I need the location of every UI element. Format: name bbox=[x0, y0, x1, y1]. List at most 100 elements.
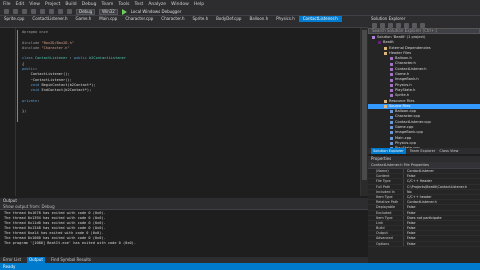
new-project-icon[interactable] bbox=[22, 9, 27, 14]
code-token: : bbox=[37, 98, 40, 103]
panel-tab[interactable]: Class View bbox=[439, 148, 458, 154]
property-name: (Name) bbox=[368, 169, 404, 174]
code-token: ~ContactListener(); bbox=[22, 77, 72, 82]
cpp-file-icon bbox=[390, 110, 393, 114]
property-name: Build bbox=[368, 226, 404, 231]
code-token: #pragma once bbox=[22, 30, 48, 34]
code-token: ContactListener bbox=[34, 56, 68, 61]
back-icon[interactable] bbox=[372, 22, 377, 28]
property-name: Item Type bbox=[368, 194, 404, 200]
property-name: File Type bbox=[368, 179, 404, 184]
cpp-file-icon bbox=[390, 136, 393, 140]
code-token: #include bbox=[22, 45, 42, 50]
play-icon[interactable] bbox=[121, 8, 127, 15]
output-text: The thread 0x1678 has exited with code 0… bbox=[0, 210, 368, 257]
toolbar: Debug Win32 Local Windows Debugger bbox=[0, 8, 480, 16]
property-value[interactable]: C:\Projects\BeatIt\ContactListener.h bbox=[404, 185, 467, 189]
editor-scrollbar[interactable] bbox=[360, 28, 368, 196]
sync-icon[interactable] bbox=[396, 22, 401, 28]
save-all-icon[interactable] bbox=[49, 9, 54, 14]
property-value[interactable]: False bbox=[404, 205, 416, 209]
menu-bar: File Edit View Project Build Debug Team Tools Te… bbox=[0, 0, 480, 8]
menu-item[interactable]: File bbox=[3, 2, 11, 7]
back-icon[interactable] bbox=[4, 9, 9, 14]
menu-item[interactable]: Help bbox=[194, 2, 204, 7]
run-button[interactable]: Local Windows Debugger bbox=[131, 9, 182, 14]
menu-item[interactable]: Team bbox=[101, 2, 113, 7]
property-value[interactable]: False bbox=[404, 242, 416, 246]
code-token: #include bbox=[22, 40, 42, 45]
cpp-file-icon bbox=[390, 142, 393, 146]
home-icon[interactable] bbox=[388, 22, 393, 28]
open-file-icon[interactable] bbox=[31, 9, 36, 14]
property-value[interactable]: No bbox=[404, 190, 412, 194]
code-token: private bbox=[22, 98, 38, 103]
panel-tab[interactable]: Team Explorer bbox=[410, 148, 436, 154]
header-file-icon bbox=[390, 78, 393, 82]
solution-explorer-tabs: Solution Explorer Team Explorer Class View bbox=[368, 148, 480, 154]
project-icon bbox=[378, 41, 381, 45]
code-token: class bbox=[22, 56, 35, 61]
property-name: Deployable bbox=[368, 205, 404, 210]
header-file-icon bbox=[390, 89, 393, 93]
scrollbar-thumb[interactable] bbox=[362, 30, 367, 180]
property-value[interactable]: C/C++ header bbox=[404, 195, 432, 199]
code-token: public bbox=[73, 56, 90, 61]
property-value[interactable]: False bbox=[404, 221, 416, 225]
header-file-icon bbox=[390, 62, 393, 66]
properties-grid: (Name) ContactListener Content False File Ty… bbox=[368, 169, 480, 263]
properties-icon[interactable] bbox=[420, 22, 425, 28]
property-value[interactable]: ContactListener bbox=[404, 169, 434, 173]
property-value[interactable]: False bbox=[404, 226, 416, 230]
property-value[interactable]: ContactListener.h bbox=[404, 200, 437, 204]
property-name: Link bbox=[368, 220, 404, 226]
menu-item[interactable]: Analyze bbox=[148, 2, 166, 7]
forward-icon[interactable] bbox=[380, 22, 385, 28]
config-dropdown[interactable]: Debug bbox=[76, 8, 96, 15]
menu-item[interactable]: Build bbox=[65, 2, 76, 7]
platform-dropdown[interactable]: Win32 bbox=[99, 8, 118, 15]
undo-icon[interactable] bbox=[58, 9, 63, 14]
code-token: : bbox=[34, 67, 38, 72]
properties-object-selector[interactable]: ContactListener.h File Properties bbox=[368, 162, 480, 169]
menu-item[interactable]: Project bbox=[45, 2, 60, 7]
code-token: { bbox=[22, 61, 25, 66]
property-value[interactable]: C/C++ Header bbox=[404, 179, 432, 183]
redo-icon[interactable] bbox=[67, 9, 72, 14]
refresh-icon[interactable] bbox=[404, 22, 409, 28]
property-name: Excluded bbox=[368, 210, 404, 215]
code-token: "Box2D/Box2D.h" bbox=[41, 40, 74, 45]
folder-icon bbox=[384, 46, 387, 50]
property-value[interactable]: False bbox=[404, 236, 416, 240]
menu-item[interactable]: Test bbox=[134, 2, 143, 7]
code-line: class ContactListener : public b2Contact… bbox=[22, 56, 126, 61]
code-line: }; bbox=[22, 109, 126, 114]
code-token: ContactListener(); bbox=[22, 72, 70, 77]
code-token: void bbox=[30, 82, 42, 87]
editor-gutter bbox=[0, 28, 16, 196]
property-row[interactable]: Options False bbox=[368, 241, 480, 247]
menu-item[interactable]: Window bbox=[171, 2, 189, 7]
folder-icon bbox=[384, 99, 387, 103]
header-file-icon bbox=[390, 94, 393, 98]
forward-icon[interactable] bbox=[13, 9, 18, 14]
panel-tab[interactable]: Solution Explorer bbox=[371, 148, 406, 154]
menu-item[interactable]: Debug bbox=[82, 2, 97, 7]
code-text[interactable]: #pragma once #include "Box2D/Box2D.h" #in… bbox=[22, 30, 126, 115]
property-value[interactable]: Does not participate bbox=[404, 216, 442, 220]
solution-tree: Solution 'BeatIt' (1 project) BeatIt Exter… bbox=[368, 34, 480, 148]
property-value[interactable]: False bbox=[404, 231, 416, 235]
menu-item[interactable]: View bbox=[29, 2, 40, 7]
property-value[interactable]: False bbox=[404, 211, 416, 215]
code-editor[interactable]: #pragma once #include "Box2D/Box2D.h" #in… bbox=[0, 28, 368, 196]
property-name: Content bbox=[368, 174, 404, 179]
menu-item[interactable]: Edit bbox=[16, 2, 25, 7]
collapse-all-icon[interactable] bbox=[412, 22, 417, 28]
property-value[interactable]: False bbox=[404, 174, 416, 178]
menu-item[interactable]: Tools bbox=[118, 2, 129, 7]
folder-icon bbox=[384, 105, 387, 108]
header-file-icon bbox=[390, 83, 393, 87]
save-icon[interactable] bbox=[40, 9, 45, 14]
